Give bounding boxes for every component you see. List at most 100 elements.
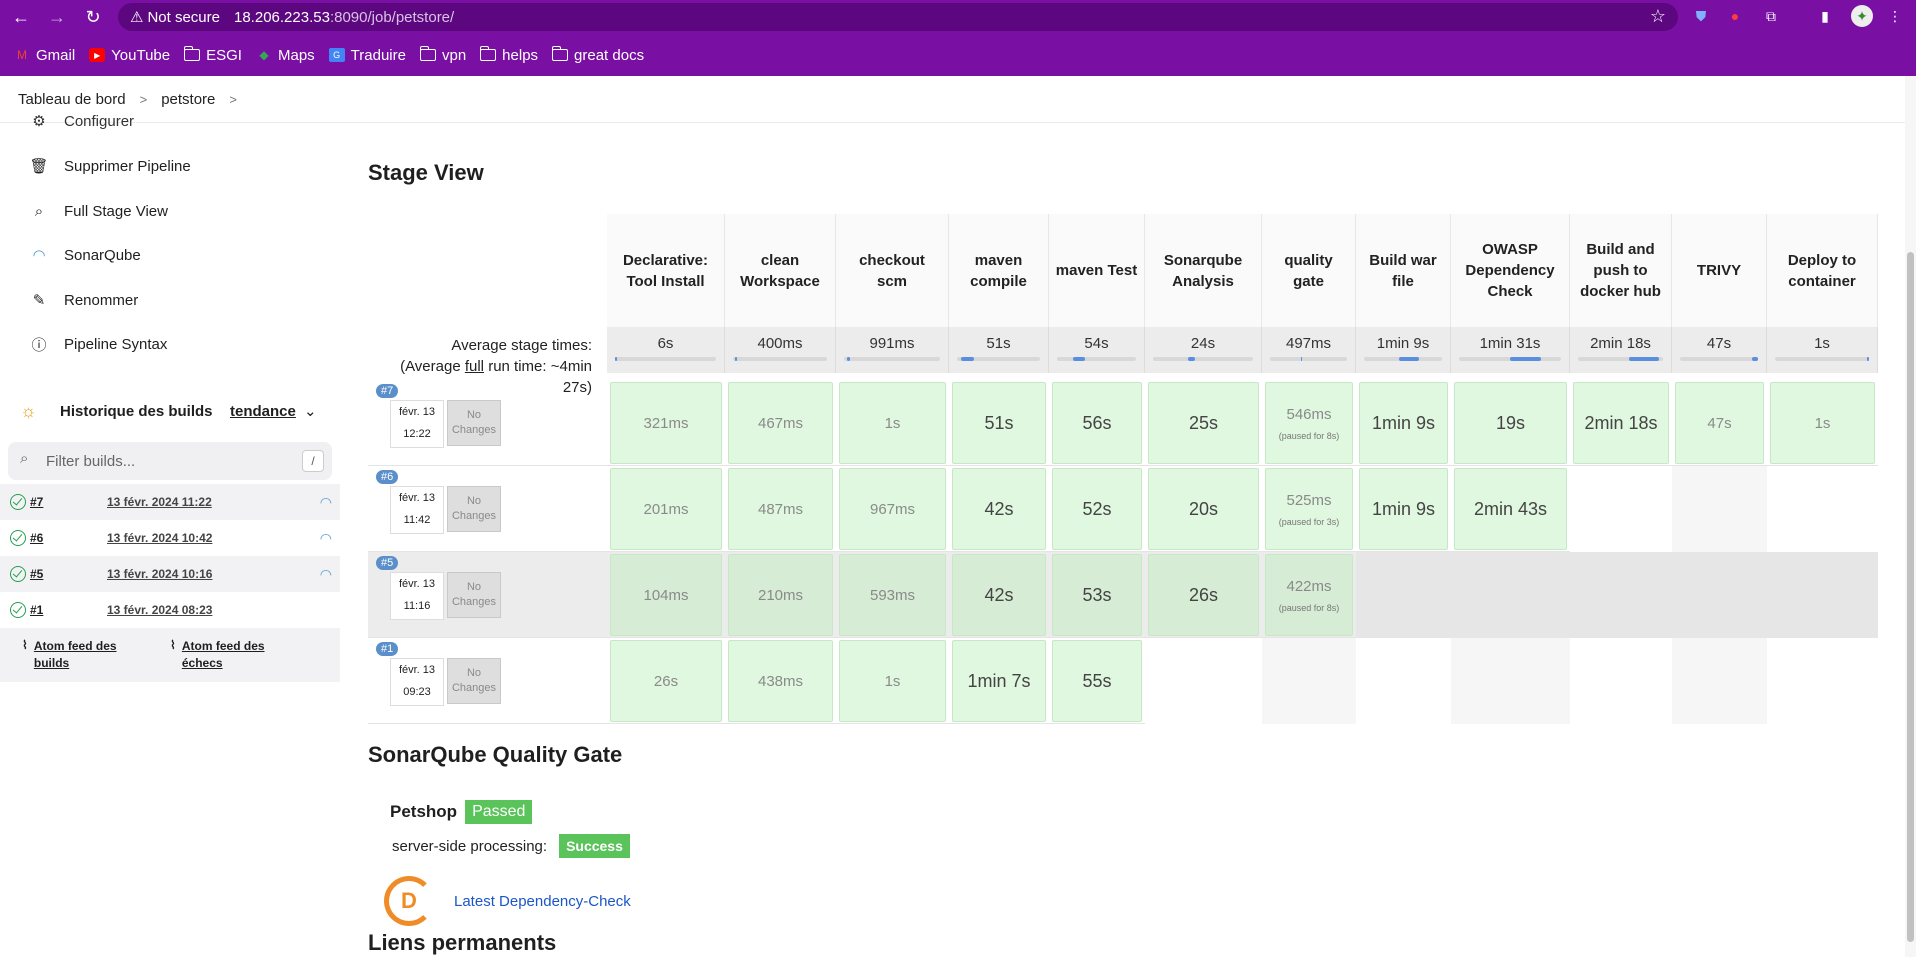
run-number-badge[interactable]: #6 [376,470,399,484]
stage-cell[interactable]: 210ms [728,554,833,636]
sidebar-item-renommer[interactable]: ✎ Renommer [28,289,138,311]
chevron-right-icon[interactable]: > [229,92,237,107]
sonarqube-icon[interactable]: ◠ [320,494,332,511]
stage-cell[interactable]: 422ms (paused for 8s) [1265,554,1353,636]
atom-feed-builds[interactable]: ⌇ Atom feed des builds [22,638,124,672]
bookmark-star-icon[interactable]: ☆ [1650,6,1666,27]
stage-duration: 438ms [757,672,804,690]
run-date: févr. 13 11:16 [390,572,444,620]
address-bar[interactable]: ⚠ Not secure 18.206.223.53 :8090/job/pet… [118,3,1678,31]
sidebar-item-configurer[interactable]: ⚙ Configurer [28,110,134,132]
bookmark-esgi[interactable]: ESGI [184,46,242,64]
atom-feed-failures[interactable]: ⌇ Atom feed des échecs [170,638,272,672]
stage-cell[interactable]: 42s [952,554,1046,636]
run-number-badge[interactable]: #1 [376,642,399,656]
average-time-bar [1270,357,1347,361]
extensions-puzzle-icon[interactable]: ⧉ [1760,5,1782,27]
bitwarden-extension-icon[interactable]: ⛊ [1690,5,1712,27]
scrollbar-thumb[interactable] [1907,252,1914,942]
stage-cell[interactable]: 52s [1052,468,1142,550]
bookmark-gmail[interactable]: M Gmail [14,47,75,64]
stage-cell[interactable]: 546ms (paused for 8s) [1265,382,1353,464]
stage-cell[interactable]: 20s [1148,468,1259,550]
stage-cell[interactable]: 967ms [839,468,946,550]
stage-cell[interactable]: 51s [952,382,1046,464]
build-row[interactable]: #5 13 févr. 2024 10:16 ◠ [0,556,340,592]
sidebar-item-supprimer[interactable]: 🗑 Supprimer Pipeline [28,155,190,177]
filter-builds-input[interactable]: ⌕ Filter builds... / [8,442,332,480]
page-scrollbar[interactable] [1905,76,1916,957]
latest-dependency-check-link[interactable]: Latest Dependency-Check [454,893,631,910]
reload-icon[interactable]: ↻ [78,2,108,32]
stage-cell[interactable]: 1s [839,640,946,722]
stage-cell[interactable]: 26s [610,640,722,722]
extension-icon[interactable]: ● [1724,5,1746,27]
menu-dots-icon[interactable]: ⋮ [1884,5,1906,27]
stage-cell[interactable]: 19s [1454,382,1567,464]
stage-cell[interactable]: 467ms [728,382,833,464]
stage-cell[interactable]: 2min 43s [1454,468,1567,550]
average-time-bar [1680,357,1758,361]
sidebar-item-pipeline-syntax[interactable]: ⓘ Pipeline Syntax [28,333,167,355]
stage-cell[interactable]: 47s [1675,382,1764,464]
no-changes-box[interactable]: No Changes [447,658,501,704]
stage-duration: 1min 7s [967,670,1031,691]
bookmark-maps[interactable]: ◆ Maps [256,47,314,64]
sidebar-item-full-stage-view[interactable]: ⌕ Full Stage View [28,200,168,222]
stage-cell[interactable]: 1s [1770,382,1875,464]
stage-cell[interactable]: 201ms [610,468,722,550]
bookmark-great-docs[interactable]: great docs [552,46,644,64]
avatar[interactable]: ✦ [1851,5,1873,27]
project-name[interactable]: Petshop [390,802,457,822]
bookmark-traduire[interactable]: G Traduire [328,47,406,64]
folder-icon [552,46,569,61]
run-number-badge[interactable]: #5 [376,556,399,570]
stage-cell[interactable]: 1min 9s [1359,468,1448,550]
bookmark-helps[interactable]: helps [480,46,538,64]
no-changes-box[interactable]: No Changes [447,486,501,532]
run-date-day: févr. 13 [398,492,436,504]
no-changes-box[interactable]: No Changes [447,400,501,446]
breadcrumb-dashboard[interactable]: Tableau de bord [18,91,126,108]
stage-cell[interactable]: 25s [1148,382,1259,464]
run-date: févr. 13 12:22 [390,400,444,448]
forward-icon[interactable]: → [42,2,72,32]
stage-duration: 25s [1188,412,1219,433]
stage-cell[interactable]: 55s [1052,640,1142,722]
average-time-value: 1s [1814,335,1830,352]
sonarqube-icon[interactable]: ◠ [320,530,332,547]
stage-cell[interactable]: 42s [952,468,1046,550]
not-secure-indicator[interactable]: ⚠ Not secure [130,8,220,27]
bookmark-vpn[interactable]: vpn [419,46,466,64]
stage-cell[interactable]: 321ms [610,382,722,464]
stage-cell[interactable]: 2min 18s [1573,382,1669,464]
stage-duration: 42s [984,584,1014,605]
stage-cell[interactable]: 1s [839,382,946,464]
stage-cell[interactable]: 487ms [728,468,833,550]
full-link[interactable]: full [465,358,484,375]
trend-link[interactable]: tendance [230,403,296,420]
run-number-badge[interactable]: #7 [376,384,399,398]
stage-cell[interactable]: 593ms [839,554,946,636]
stage-cell[interactable]: 438ms [728,640,833,722]
stage-cell[interactable]: 1min 9s [1359,382,1448,464]
breadcrumb-petstore[interactable]: petstore [161,91,215,108]
stage-cell[interactable]: 525ms (paused for 3s) [1265,468,1353,550]
build-row[interactable]: #1 13 févr. 2024 08:23 [0,592,340,628]
chevron-down-icon[interactable]: ⌄ [304,402,317,420]
stage-cell[interactable]: 53s [1052,554,1142,636]
build-row[interactable]: #6 13 févr. 2024 10:42 ◠ [0,520,340,556]
stage-cell[interactable]: 1min 7s [952,640,1046,722]
no-changes-box[interactable]: No Changes [447,572,501,618]
trash-icon: 🗑 [29,158,49,175]
stage-cell[interactable]: 56s [1052,382,1142,464]
sidepanel-icon[interactable]: ▮ [1814,5,1836,27]
average-time-value: 1min 9s [1376,335,1430,352]
build-row[interactable]: #7 13 févr. 2024 11:22 ◠ [0,484,340,520]
back-icon[interactable]: ← [6,2,36,32]
stage-cell[interactable]: 26s [1148,554,1259,636]
stage-cell[interactable]: 104ms [610,554,722,636]
bookmark-youtube[interactable]: ▶ YouTube [89,47,170,64]
sidebar-item-sonarqube[interactable]: ◠ SonarQube [28,244,140,266]
sonarqube-icon[interactable]: ◠ [320,566,332,583]
